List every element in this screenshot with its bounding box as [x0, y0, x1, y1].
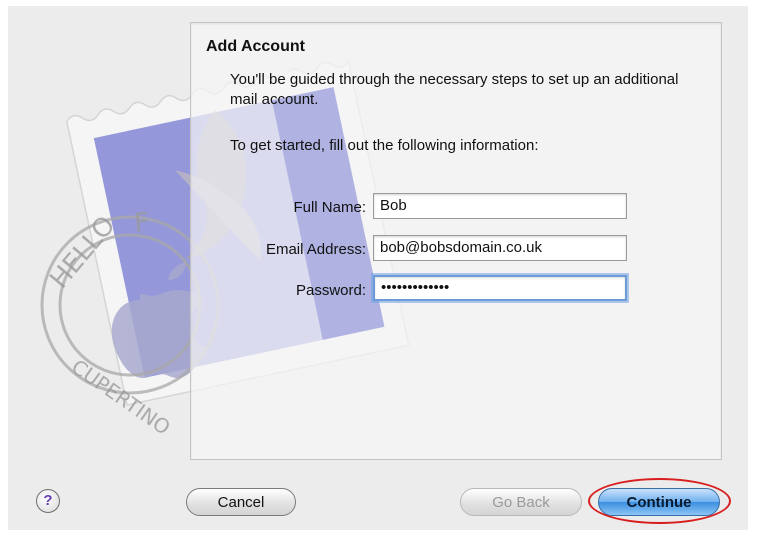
- svg-text:F: F: [133, 208, 151, 239]
- email-address-field[interactable]: bob@bobsdomain.co.uk: [373, 235, 627, 261]
- go-back-button[interactable]: Go Back: [460, 488, 582, 516]
- instruction-text: To get started, fill out the following i…: [230, 137, 539, 154]
- cancel-button[interactable]: Cancel: [186, 488, 296, 516]
- dialog-title: Add Account: [206, 38, 305, 55]
- full-name-label: Full Name:: [293, 199, 366, 216]
- password-label: Password:: [295, 282, 366, 299]
- help-button[interactable]: ?: [36, 489, 60, 513]
- password-field[interactable]: •••••••••••••: [373, 275, 627, 301]
- email-address-label: Email Address:: [265, 241, 366, 258]
- continue-highlight-ring: [588, 478, 731, 524]
- intro-text: You'll be guided through the necessary s…: [230, 71, 679, 108]
- full-name-field[interactable]: Bob: [373, 193, 627, 219]
